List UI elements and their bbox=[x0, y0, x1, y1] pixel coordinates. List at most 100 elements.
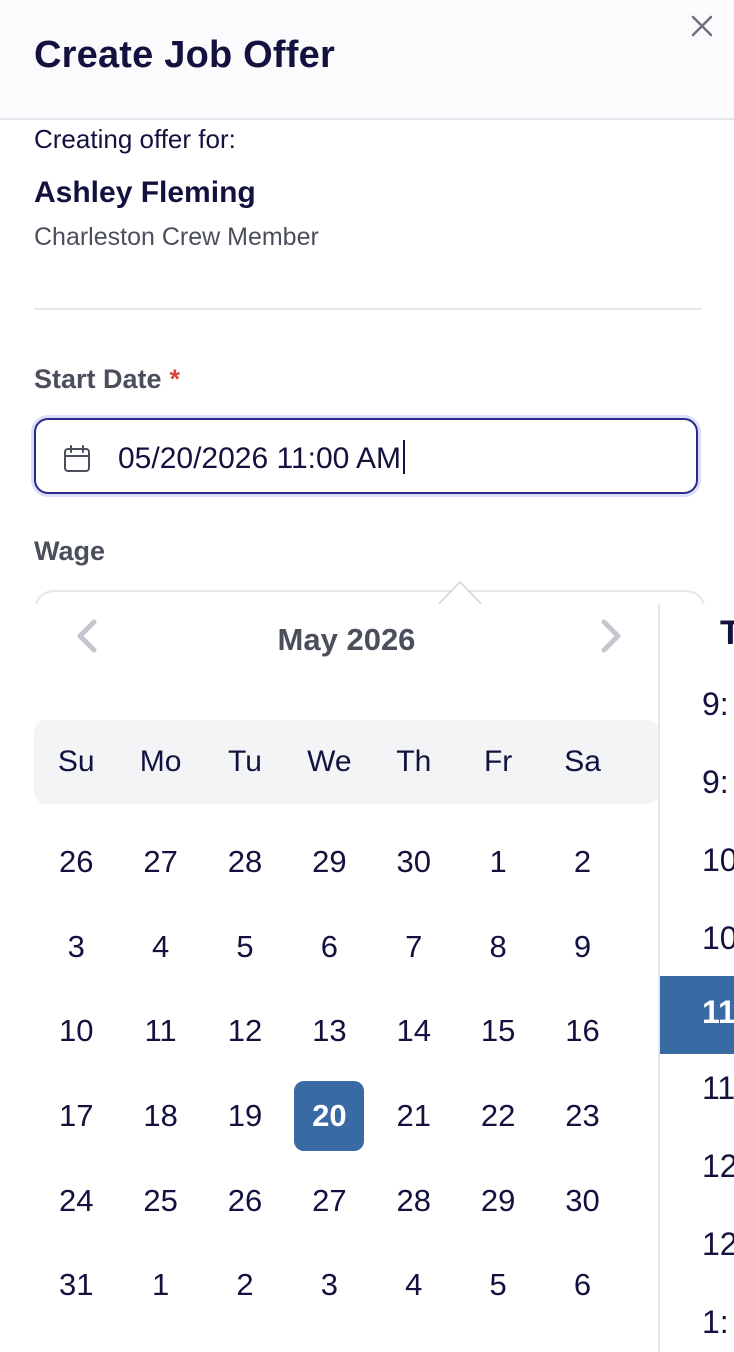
calendar-day[interactable]: 31 bbox=[34, 1243, 118, 1328]
calendar-day-label: 10 bbox=[58, 1013, 94, 1049]
candidate-name: Ashley Fleming bbox=[34, 176, 256, 209]
calendar-day-label: 29 bbox=[312, 844, 347, 880]
calendar-day[interactable]: 4 bbox=[372, 1243, 456, 1328]
start-date-input[interactable]: 05/20/2026 11:00 AM bbox=[34, 418, 698, 494]
calendar-day[interactable]: 27 bbox=[287, 1158, 371, 1243]
calendar-day[interactable]: 27 bbox=[118, 820, 202, 905]
calendar-day[interactable]: 6 bbox=[287, 905, 371, 990]
calendar-day[interactable]: 3 bbox=[34, 905, 118, 990]
calendar-day-label: 2 bbox=[236, 1267, 254, 1303]
text-caret bbox=[403, 440, 406, 474]
calendar-day[interactable]: 29 bbox=[287, 820, 371, 905]
calendar-day-label: 18 bbox=[143, 1098, 178, 1134]
calendar-day[interactable]: 17 bbox=[34, 1074, 118, 1159]
calendar-day[interactable]: 5 bbox=[203, 905, 287, 990]
time-option-label: 12 bbox=[702, 1226, 734, 1262]
calendar-day[interactable]: 16 bbox=[540, 989, 624, 1074]
time-option[interactable]: 11: bbox=[660, 1052, 734, 1130]
calendar-day[interactable]: 28 bbox=[203, 820, 287, 905]
calendar-day-label: 5 bbox=[236, 928, 254, 964]
calendar-day-label: 5 bbox=[489, 1267, 507, 1303]
calendar-day[interactable]: 29 bbox=[456, 1158, 540, 1243]
calendar-day-label: 29 bbox=[480, 1182, 516, 1218]
calendar-day-label: 17 bbox=[58, 1098, 94, 1134]
calendar-day-label: 30 bbox=[396, 844, 431, 880]
calendar-day-label: 12 bbox=[227, 1013, 263, 1049]
calendar-day-label: 14 bbox=[396, 1013, 431, 1049]
calendar-day-label: 1 bbox=[489, 844, 507, 880]
calendar-day[interactable]: 25 bbox=[118, 1158, 202, 1243]
time-option-label: 10 bbox=[702, 842, 734, 878]
weekday-label: Sa bbox=[564, 745, 601, 778]
calendar-day[interactable]: 5 bbox=[456, 1243, 540, 1328]
calendar-day[interactable]: 13 bbox=[287, 989, 371, 1074]
calendar-day[interactable]: 19 bbox=[203, 1074, 287, 1159]
calendar-day[interactable]: 22 bbox=[456, 1074, 540, 1159]
calendar-day-selected[interactable]: 20 bbox=[287, 1074, 371, 1159]
time-option[interactable]: 12 bbox=[660, 1208, 734, 1286]
calendar-day[interactable]: 3 bbox=[287, 1243, 371, 1328]
calendar-day[interactable]: 18 bbox=[118, 1074, 202, 1159]
candidate-role: Charleston Crew Member bbox=[34, 223, 319, 251]
divider bbox=[34, 308, 702, 310]
calendar-day[interactable]: 10 bbox=[34, 989, 118, 1074]
calendar-day-label: 11 bbox=[144, 1013, 177, 1049]
calendar-day-label: 2 bbox=[573, 844, 592, 880]
calendar-day[interactable]: 23 bbox=[540, 1074, 624, 1159]
calendar-day[interactable]: 1 bbox=[118, 1243, 202, 1328]
calendar-day[interactable]: 15 bbox=[456, 989, 540, 1074]
calendar-day[interactable]: 21 bbox=[372, 1074, 456, 1159]
weekday-label: Mo bbox=[139, 745, 182, 778]
calendar-day[interactable]: 28 bbox=[372, 1158, 456, 1243]
calendar-day[interactable]: 14 bbox=[372, 989, 456, 1074]
modal-header: Create Job Offer bbox=[0, 0, 734, 120]
calendar-day-label: 21 bbox=[396, 1098, 431, 1134]
calendar-day-label: 22 bbox=[480, 1098, 516, 1134]
time-option[interactable]: 9: bbox=[660, 746, 734, 824]
weekday-label: Su bbox=[57, 745, 95, 778]
wage-label: Wage bbox=[34, 536, 106, 566]
calendar-day[interactable]: 24 bbox=[34, 1158, 118, 1243]
month-label: May 2026 bbox=[277, 622, 416, 657]
start-date-value: 05/20/2026 11:00 AM bbox=[118, 442, 402, 475]
required-asterisk: * bbox=[169, 364, 181, 394]
time-option-label: 9: bbox=[702, 764, 729, 800]
calendar-day-label: 16 bbox=[565, 1013, 600, 1049]
weekday-label: Tu bbox=[228, 745, 262, 778]
calendar-day[interactable]: 1 bbox=[456, 820, 540, 905]
calendar-day-label: 4 bbox=[405, 1267, 423, 1303]
offer-for-label: Creating offer for: bbox=[34, 124, 236, 154]
close-icon[interactable] bbox=[686, 10, 718, 42]
calendar-day-label: 9 bbox=[573, 928, 592, 964]
calendar-day[interactable]: 2 bbox=[540, 820, 624, 905]
chevron-right-icon[interactable] bbox=[590, 616, 630, 656]
time-option[interactable]: 1: bbox=[660, 1286, 734, 1352]
calendar-panel: May 2026 Su Mo Tu We Th Fr Sa 26 27 28 29 30… bbox=[34, 604, 659, 1352]
calendar-day-label: 24 bbox=[58, 1182, 94, 1218]
time-header: T bbox=[720, 614, 734, 652]
datetime-picker: May 2026 Su Mo Tu We Th Fr Sa 26 27 28 29 30… bbox=[34, 604, 734, 1352]
time-option[interactable]: 9: bbox=[660, 668, 734, 746]
calendar-day[interactable]: 11 bbox=[118, 989, 202, 1074]
calendar-day[interactable]: 26 bbox=[203, 1158, 287, 1243]
time-option[interactable]: 12 bbox=[660, 1130, 734, 1208]
calendar-day-label: 25 bbox=[143, 1182, 178, 1218]
calendar-day[interactable]: 30 bbox=[372, 820, 456, 905]
weekday-label: Fr bbox=[483, 745, 513, 778]
calendar-day[interactable]: 9 bbox=[540, 905, 624, 990]
weekday-header: Su Mo Tu We Th Fr Sa bbox=[34, 720, 659, 804]
calendar-day[interactable]: 6 bbox=[540, 1243, 624, 1328]
calendar-day[interactable]: 12 bbox=[203, 989, 287, 1074]
calendar-day[interactable]: 26 bbox=[34, 820, 118, 905]
time-option[interactable]: 10 bbox=[660, 902, 734, 980]
calendar-day-label: 26 bbox=[58, 844, 94, 880]
calendar-day[interactable]: 4 bbox=[118, 905, 202, 990]
calendar-day[interactable]: 30 bbox=[540, 1158, 624, 1243]
calendar-day[interactable]: 2 bbox=[203, 1243, 287, 1328]
calendar-day[interactable]: 8 bbox=[456, 905, 540, 990]
time-option-selected[interactable]: 11: bbox=[660, 976, 734, 1054]
weekday-label: Th bbox=[396, 745, 432, 778]
popup-pointer bbox=[438, 580, 482, 606]
time-option[interactable]: 10 bbox=[660, 824, 734, 902]
calendar-day[interactable]: 7 bbox=[372, 905, 456, 990]
